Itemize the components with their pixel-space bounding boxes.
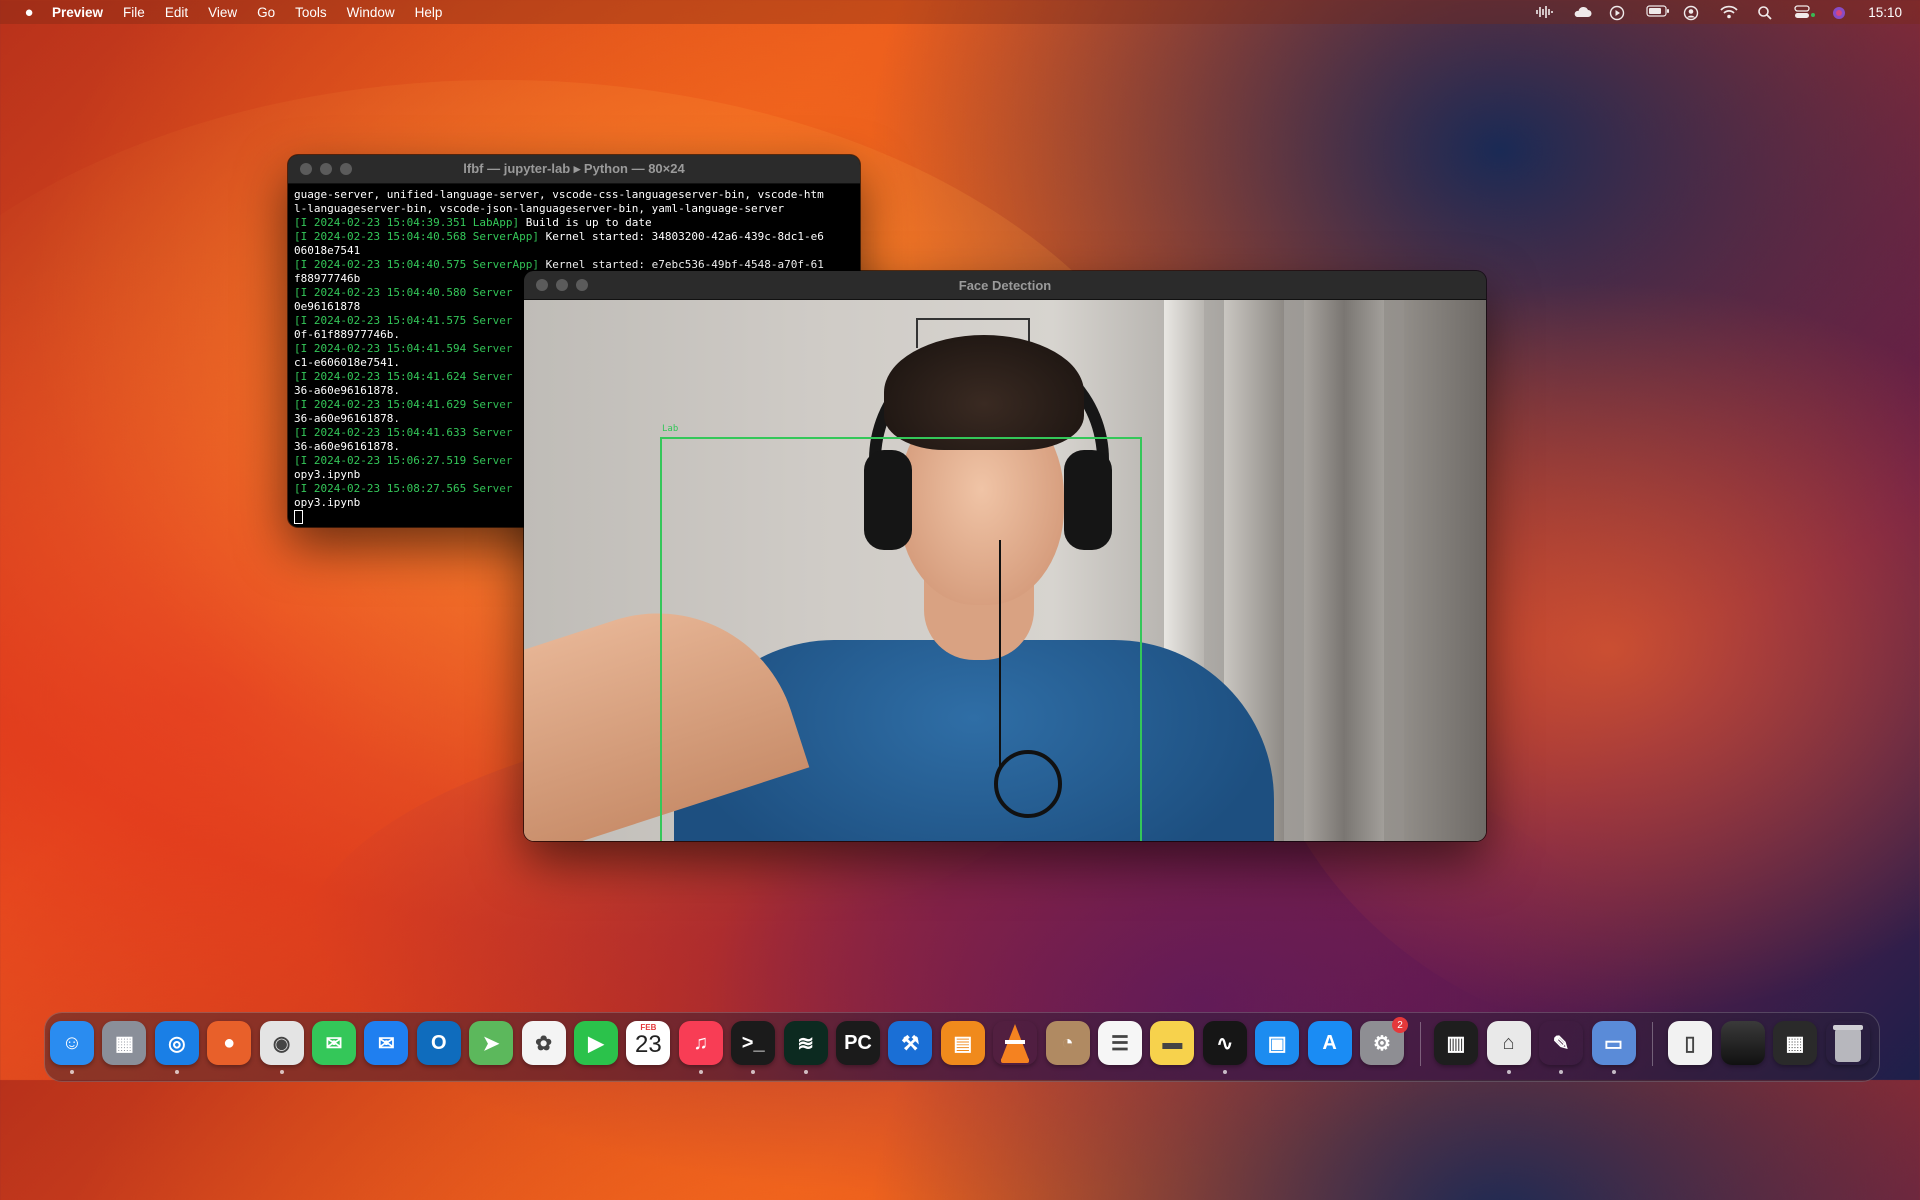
menu-help[interactable]: Help xyxy=(415,5,443,20)
menu-bar: ● Preview File Edit View Go Tools Window… xyxy=(0,0,1920,24)
battery-icon[interactable] xyxy=(1646,5,1670,19)
zoom-button[interactable] xyxy=(340,163,352,175)
menu-go[interactable]: Go xyxy=(257,5,275,20)
curtain-fold xyxy=(1404,300,1486,841)
dock-contacts-icon[interactable]: ◔ xyxy=(1045,1021,1090,1065)
play-circle-icon[interactable] xyxy=(1609,5,1627,21)
terminal-titlebar[interactable]: lfbf — jupyter-lab ▸ Python — 80×24 xyxy=(288,155,860,184)
dock-trash-icon[interactable] xyxy=(1826,1021,1870,1065)
dock-script-editor-icon[interactable]: ✎ xyxy=(1539,1021,1583,1065)
face-detection-box xyxy=(660,437,1142,841)
running-indicator xyxy=(1222,1070,1227,1074)
terminal-line: guage-server, unified-language-server, v… xyxy=(294,188,824,201)
running-indicator xyxy=(1611,1070,1616,1074)
dock-books-icon[interactable]: ▤ xyxy=(940,1021,985,1065)
dock-app-store-icon[interactable]: A xyxy=(1307,1021,1352,1065)
terminal-cursor xyxy=(294,510,303,524)
dock-keynote-icon[interactable]: ▣ xyxy=(1255,1021,1300,1065)
dock-pycharm-icon[interactable]: PC xyxy=(836,1021,880,1065)
dock-automator-icon[interactable]: ⌂ xyxy=(1486,1021,1531,1065)
terminal-line: 06018e7541 xyxy=(294,244,361,257)
notification-badge: 2 xyxy=(1392,1017,1408,1033)
face-detection-window[interactable]: Face Detection Lab xyxy=(524,271,1486,841)
dock-screenshot-2-icon[interactable]: ▦ xyxy=(1773,1021,1817,1065)
menu-file[interactable]: File xyxy=(123,5,145,20)
dock-facetime-icon[interactable]: ▶ xyxy=(574,1021,618,1065)
menu-edit[interactable]: Edit xyxy=(165,5,188,20)
dock-terminal-icon[interactable]: >_ xyxy=(731,1021,776,1065)
close-button[interactable] xyxy=(536,279,548,291)
dock-notes-icon[interactable]: ▬ xyxy=(1150,1021,1195,1065)
menu-clock[interactable]: 15:10 xyxy=(1868,5,1902,20)
dock-safari-icon[interactable]: ◎ xyxy=(154,1021,199,1065)
dock-firefox-icon[interactable]: ● xyxy=(207,1021,252,1065)
dock-messages-icon[interactable]: ✉ xyxy=(312,1021,356,1065)
face-detection-titlebar[interactable]: Face Detection xyxy=(524,271,1486,300)
face-detection-title: Face Detection xyxy=(958,277,1052,293)
menu-view[interactable]: View xyxy=(208,5,237,20)
person-hair xyxy=(884,335,1084,450)
apple-menu-icon[interactable]: ● xyxy=(20,4,38,21)
user-circle-icon[interactable] xyxy=(1683,5,1701,21)
dock-finder-icon[interactable]: ☺ xyxy=(50,1021,94,1065)
dock-piano-app-icon[interactable]: ▥ xyxy=(1434,1021,1478,1065)
running-indicator xyxy=(1559,1070,1563,1074)
running-indicator xyxy=(70,1070,74,1074)
dock-xcode-icon[interactable]: ⚒ xyxy=(888,1021,933,1065)
search-icon[interactable] xyxy=(1757,5,1775,20)
dock-music-icon[interactable]: ♫ xyxy=(678,1021,723,1065)
detection-label: Lab xyxy=(662,424,679,434)
running-indicator xyxy=(279,1070,284,1074)
dock-reminders-icon[interactable]: ☰ xyxy=(1098,1021,1142,1065)
running-indicator xyxy=(698,1070,703,1074)
dock-outlook-icon[interactable]: O xyxy=(416,1021,461,1065)
dock-vlc-icon[interactable] xyxy=(993,1021,1037,1065)
dock-calendar-icon[interactable]: FEB 23 xyxy=(626,1021,671,1065)
zoom-button[interactable] xyxy=(576,279,588,291)
terminal-title: lfbf — jupyter-lab ▸ Python — 80×24 xyxy=(463,161,685,176)
running-indicator xyxy=(803,1070,808,1074)
dock-launchpad-icon[interactable]: ▦ xyxy=(102,1021,147,1065)
wifi-icon[interactable] xyxy=(1720,5,1738,19)
waveform-icon[interactable] xyxy=(1535,5,1554,19)
dock-sound-app-icon[interactable]: ≋ xyxy=(783,1021,828,1065)
menu-app-name[interactable]: Preview xyxy=(52,5,103,20)
camera-feed: Lab xyxy=(524,300,1486,841)
siri-icon[interactable] xyxy=(1831,5,1849,19)
cloud-icon[interactable] xyxy=(1572,5,1592,19)
control-center-icon[interactable] xyxy=(1794,5,1816,19)
close-button[interactable] xyxy=(300,163,312,175)
dock-screenshot-1-icon[interactable] xyxy=(1720,1021,1765,1065)
menu-tools[interactable]: Tools xyxy=(295,5,327,20)
terminal-line: [I 2024-02-23 15:04:40.568 ServerApp] Ke… xyxy=(294,230,824,243)
dock-activity-monitor-icon[interactable]: ∿ xyxy=(1202,1021,1247,1065)
menu-window[interactable]: Window xyxy=(347,5,395,20)
dock-chrome-icon[interactable]: ◉ xyxy=(259,1021,304,1065)
curtain-fold xyxy=(1304,300,1384,841)
terminal-line: [I 2024-02-23 15:04:40.575 ServerApp] Ke… xyxy=(294,258,824,271)
dock-mail-icon[interactable]: ✉ xyxy=(364,1021,409,1065)
terminal-line: l-languageserver-bin, vscode-json-langua… xyxy=(294,202,785,215)
dock-preview-icon[interactable]: ▭ xyxy=(1591,1021,1636,1065)
running-indicator xyxy=(174,1070,179,1074)
status-area: 15:10 xyxy=(1535,0,1902,24)
dock-photos-icon[interactable]: ✿ xyxy=(521,1021,566,1065)
terminal-line: [I 2024-02-23 15:04:39.351 LabApp] Build… xyxy=(294,216,652,229)
dock-maps-icon[interactable]: ➤ xyxy=(469,1021,514,1065)
dock-separator xyxy=(1652,1022,1653,1066)
minimize-button[interactable] xyxy=(556,279,568,291)
minimize-button[interactable] xyxy=(320,163,332,175)
dock-document-icon-icon[interactable]: ▯ xyxy=(1668,1021,1712,1065)
dock-separator xyxy=(1420,1022,1421,1066)
running-indicator xyxy=(1506,1070,1511,1074)
